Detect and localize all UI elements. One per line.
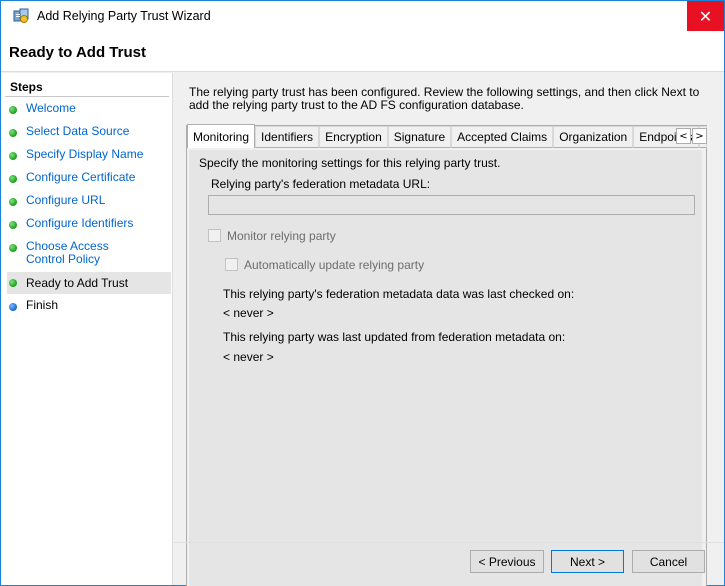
close-button[interactable]: ✕ (687, 1, 724, 31)
step-complete-icon (9, 106, 17, 114)
step-select-data-source[interactable]: Select Data Source (7, 125, 171, 138)
step-finish: Finish (7, 299, 171, 312)
step-label: Welcome (26, 101, 76, 115)
step-complete-icon (9, 198, 17, 206)
step-label: Select Data Source (26, 124, 130, 138)
last-checked-value: < never > (223, 306, 274, 320)
step-label: Configure URL (26, 193, 106, 207)
monitor-relying-party-label: Monitor relying party (227, 229, 336, 243)
next-button[interactable]: Next > (551, 550, 624, 573)
step-complete-icon (9, 129, 17, 137)
step-current-icon (9, 279, 17, 287)
last-checked-label: This relying party's federation metadata… (223, 287, 575, 301)
auto-update-checkbox[interactable] (225, 258, 238, 271)
step-configure-certificate[interactable]: Configure Certificate (7, 171, 171, 184)
steps-heading: Steps (10, 80, 43, 94)
step-specify-display-name[interactable]: Specify Display Name (7, 148, 171, 161)
step-label: Configure Certificate (26, 170, 136, 184)
previous-button[interactable]: < Previous (470, 550, 544, 573)
monitor-relying-party-checkbox[interactable] (208, 229, 221, 242)
step-ready-to-add-trust[interactable]: Ready to Add Trust (7, 272, 171, 294)
tab-monitoring[interactable]: Monitoring (187, 124, 256, 148)
tab-strip: Monitoring Identifiers Encryption Signat… (187, 124, 707, 148)
cancel-button[interactable]: Cancel (632, 550, 705, 573)
last-updated-value: < never > (223, 350, 274, 364)
steps-divider (5, 96, 169, 97)
step-choose-access-control-policy[interactable]: Choose Access Control Policy (7, 240, 171, 266)
step-complete-icon (9, 221, 17, 229)
last-updated-label: This relying party was last updated from… (223, 330, 566, 344)
page-title: Ready to Add Trust (9, 44, 146, 61)
tab-encryption[interactable]: Encryption (319, 126, 388, 148)
content-area: The relying party trust has been configu… (174, 73, 724, 586)
step-complete-icon (9, 152, 17, 160)
tab-scroll-buttons: < > (675, 128, 707, 144)
close-icon: ✕ (698, 6, 713, 26)
title-bar[interactable]: Add Relying Party Trust Wizard ✕ (1, 1, 724, 31)
footer-divider (174, 542, 724, 543)
adfs-app-icon (13, 8, 30, 24)
step-label: Finish (26, 298, 59, 312)
metadata-url-field[interactable] (208, 195, 695, 215)
steps-pane: Steps Welcome Select Data Source Specify… (1, 73, 173, 585)
monitoring-tab-panel: Specify the monitoring settings for this… (189, 150, 702, 586)
step-complete-icon (9, 244, 17, 252)
step-label: Choose Access Control Policy (26, 239, 109, 266)
step-complete-icon (9, 175, 17, 183)
step-configure-identifiers[interactable]: Configure Identifiers (7, 217, 171, 230)
tab-scroll-left-button[interactable]: < (676, 128, 691, 144)
step-welcome[interactable]: Welcome (7, 102, 171, 115)
step-label: Configure Identifiers (26, 216, 134, 230)
tab-accepted-claims[interactable]: Accepted Claims (451, 126, 554, 148)
page-header: Ready to Add Trust (1, 31, 724, 72)
step-label: Specify Display Name (26, 147, 144, 161)
tab-organization[interactable]: Organization (553, 126, 634, 148)
tab-signature[interactable]: Signature (387, 126, 452, 148)
tab-scroll-right-button[interactable]: > (692, 128, 707, 144)
tab-identifiers[interactable]: Identifiers (255, 126, 320, 148)
step-label: Ready to Add Trust (26, 275, 129, 290)
monitoring-description: Specify the monitoring settings for this… (199, 156, 501, 170)
wizard-window: Add Relying Party Trust Wizard ✕ Ready t… (0, 0, 725, 586)
window-title: Add Relying Party Trust Wizard (37, 9, 211, 23)
auto-update-label: Automatically update relying party (244, 258, 425, 272)
intro-text: The relying party trust has been configu… (189, 85, 700, 112)
step-pending-icon (9, 303, 17, 311)
metadata-url-label: Relying party's federation metadata URL: (211, 177, 431, 191)
step-configure-url[interactable]: Configure URL (7, 194, 171, 207)
